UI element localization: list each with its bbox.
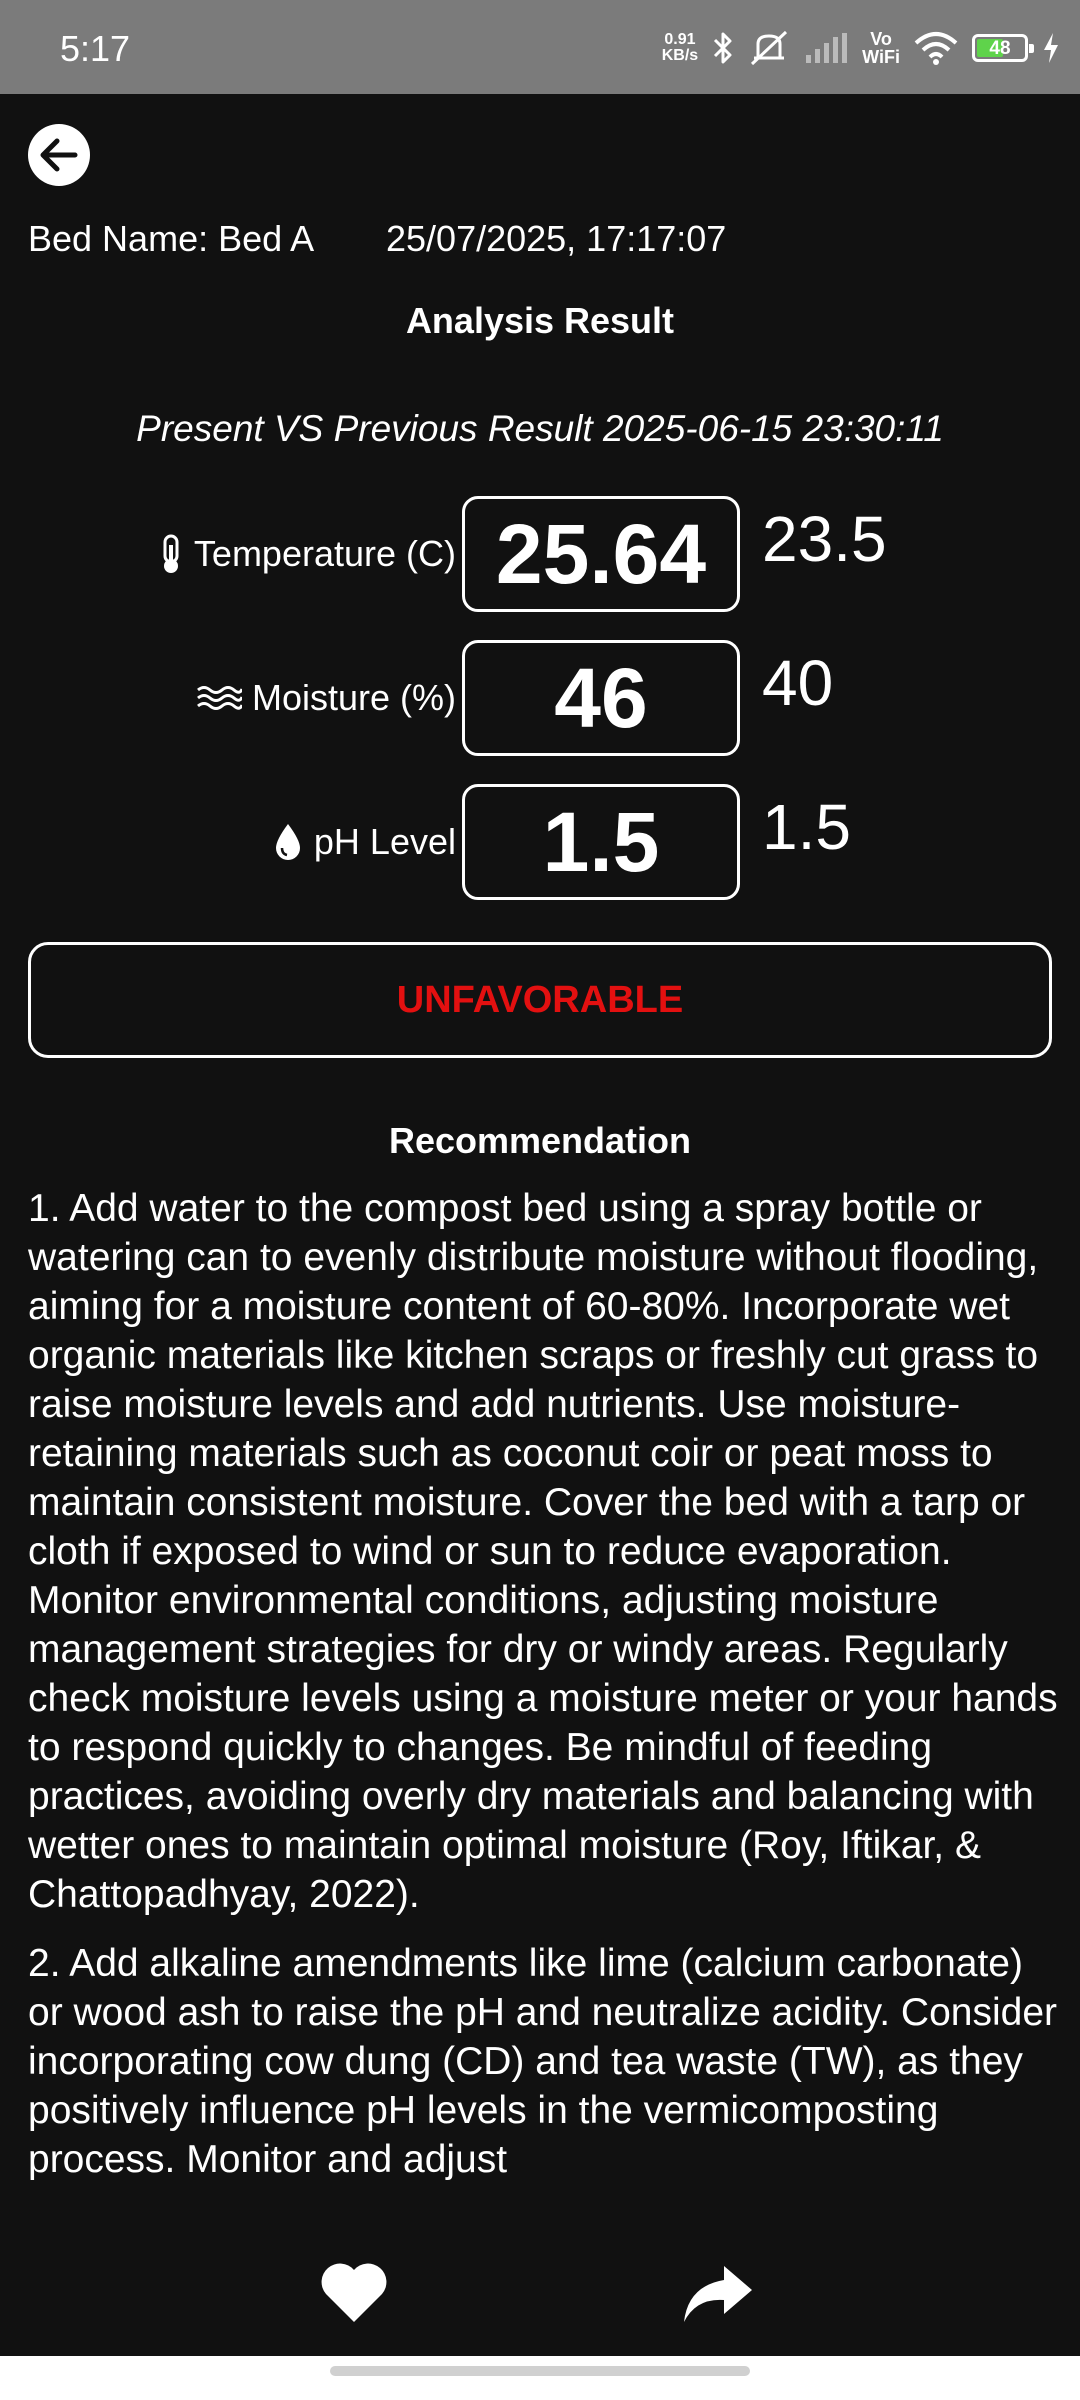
share-icon [684, 2266, 752, 2322]
metric-value-moisture: 46 [462, 640, 740, 756]
metric-label-moisture: Moisture (%) [196, 640, 456, 756]
status-icons: 0.91 KB/s Vo WiFi 48 [662, 20, 1060, 76]
share-button[interactable] [680, 2262, 756, 2331]
page-title: Analysis Result [405, 300, 675, 341]
mute-icon [751, 30, 788, 66]
bottom-action-bar [0, 2230, 1080, 2356]
signal-icon [806, 33, 848, 63]
navigation-bar [0, 2356, 1080, 2400]
metric-row-ph: pH Level 1.5 1.5 [0, 784, 1080, 900]
metric-label-ph: pH Level [272, 784, 456, 900]
network-speed: 0.91 KB/s [661, 31, 699, 64]
battery-icon: 48 [972, 34, 1034, 62]
waves-icon [197, 686, 242, 710]
metric-row-moisture: Moisture (%) 46 40 [0, 640, 1080, 756]
metric-row-temperature: Temperature (C) 25.64 23.5 [0, 496, 1080, 612]
like-button[interactable] [318, 2260, 390, 2329]
home-indicator[interactable] [330, 2366, 750, 2376]
status-badge: UNFAVORABLE [28, 942, 1052, 1058]
metric-value-temperature: 25.64 [462, 496, 740, 612]
back-button[interactable] [28, 124, 90, 186]
recommendation-item: 2. Add alkaline amendments like lime (ca… [28, 1942, 1058, 2181]
status-bar: 5:17 0.91 KB/s Vo WiFi 48 [0, 0, 1080, 94]
metric-previous-ph: 1.5 [762, 791, 851, 863]
metric-label-temperature: Temperature (C) [158, 496, 456, 612]
wifi-icon [914, 32, 958, 65]
metric-previous-moisture: 40 [762, 647, 834, 719]
charging-icon [1044, 33, 1058, 63]
recommendation-item: 1. Add water to the compost bed using a … [28, 1187, 1058, 1916]
vowifi-indicator: Vo WiFi [862, 29, 900, 67]
arrow-left-icon [40, 138, 78, 172]
metric-value-ph: 1.5 [462, 784, 740, 900]
analysis-datetime: 25/07/2025, 17:17:07 [386, 218, 727, 259]
thermometer-icon [163, 534, 179, 573]
heart-icon [321, 2263, 387, 2322]
bluetooth-icon [714, 32, 732, 64]
status-time: 5:17 [60, 28, 131, 69]
metric-previous-temperature: 23.5 [762, 503, 887, 575]
droplet-icon [275, 824, 300, 860]
recommendation-text[interactable]: 1. Add water to the compost bed using a … [28, 1184, 1058, 2230]
recommendation-title: Recommendation [388, 1120, 692, 1161]
comparison-subtitle: Present VS Previous Result 2025-06-15 23… [136, 408, 944, 449]
bed-name: Bed Name: Bed A [28, 218, 315, 259]
